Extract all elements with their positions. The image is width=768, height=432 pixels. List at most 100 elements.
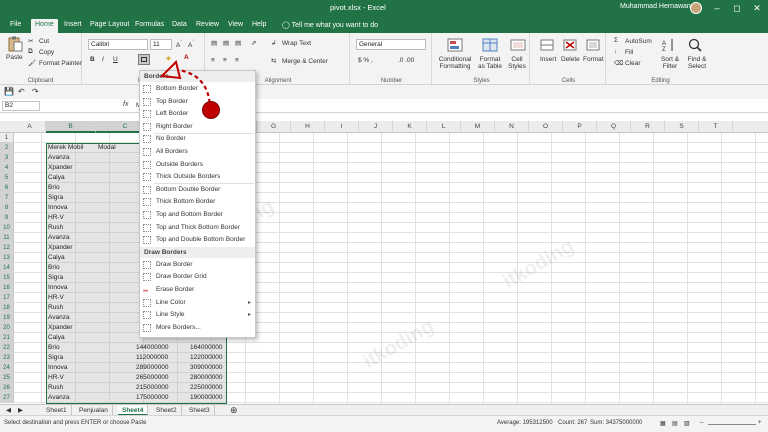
cell-c24[interactable]: 289000000 (136, 363, 180, 373)
cell-b24[interactable]: Innova (48, 363, 94, 373)
cell-c2[interactable]: Modal (98, 143, 138, 153)
tab-help[interactable]: Help (248, 19, 270, 30)
column-header-b[interactable]: B (46, 121, 96, 133)
cell-d26[interactable]: 225000000 (190, 383, 234, 393)
tab-view[interactable]: View (224, 19, 247, 30)
redo-icon[interactable]: ↷ (32, 87, 39, 96)
column-header-s[interactable]: S (665, 121, 699, 133)
row-header-18[interactable]: 18 (0, 303, 14, 313)
fill-button[interactable]: ↓ Fill (614, 48, 633, 57)
row-header-9[interactable]: 9 (0, 213, 14, 223)
column-header-r[interactable]: R (631, 121, 665, 133)
tab-insert[interactable]: Insert (60, 19, 86, 30)
row-header-22[interactable]: 22 (0, 343, 14, 353)
cell-b14[interactable]: Brio (48, 263, 94, 273)
cell-b26[interactable]: Rush (48, 383, 94, 393)
row-header-27[interactable]: 27 (0, 393, 14, 403)
cell-b19[interactable]: Avanza (48, 313, 94, 323)
user-name[interactable]: Muhammad Hernawan (620, 3, 691, 10)
cell-d24[interactable]: 309000000 (190, 363, 234, 373)
maximize-icon[interactable]: ◻ (726, 0, 748, 17)
currency-icon[interactable]: $ % , (358, 57, 373, 64)
copy-button[interactable]: ⧉ Copy (28, 48, 54, 57)
tab-home[interactable]: Home (31, 19, 58, 33)
tell-me-search[interactable]: ◯ Tell me what you want to do (282, 21, 378, 29)
normal-view-icon[interactable]: ▦ (660, 420, 666, 427)
column-header-p[interactable]: P (563, 121, 597, 133)
column-header-l[interactable]: L (427, 121, 461, 133)
row-header-3[interactable]: 3 (0, 153, 14, 163)
save-icon[interactable]: 💾 (4, 87, 14, 96)
cell-b16[interactable]: Innova (48, 283, 94, 293)
row-header-26[interactable]: 26 (0, 383, 14, 393)
row-header-2[interactable]: 2 (0, 143, 14, 153)
delete-cells-icon[interactable] (561, 37, 579, 53)
zoom-slider[interactable] (708, 424, 756, 425)
cell-c22[interactable]: 144000000 (136, 343, 180, 353)
menu-item-line-style[interactable]: Line Style ▸ (140, 309, 255, 321)
cell-b12[interactable]: Xpander (48, 243, 94, 253)
next-sheet-icon[interactable]: ▶ (18, 406, 23, 414)
column-header-t[interactable]: T (699, 121, 733, 133)
avatar[interactable] (690, 2, 702, 14)
tab-formulas[interactable]: Formulas (131, 19, 168, 30)
format-button[interactable]: Format (583, 56, 604, 63)
underline-button[interactable]: U (113, 56, 118, 63)
menu-item-thick-outside-borders[interactable]: Thick Outside Borders (140, 171, 255, 183)
sort-filter-button[interactable]: Sort & Filter (658, 56, 682, 70)
row-header-12[interactable]: 12 (0, 243, 14, 253)
cell-d23[interactable]: 122000000 (190, 353, 234, 363)
column-header-q[interactable]: Q (597, 121, 631, 133)
cell-c26[interactable]: 215000000 (136, 383, 180, 393)
cell-b15[interactable]: Sigra (48, 273, 94, 283)
paste-icon[interactable] (6, 36, 24, 52)
row-header-11[interactable]: 11 (0, 233, 14, 243)
tab-data[interactable]: Data (168, 19, 191, 30)
cell-c25[interactable]: 265000000 (136, 373, 180, 383)
menu-item-draw-border[interactable]: Draw Border (140, 259, 255, 271)
row-header-19[interactable]: 19 (0, 313, 14, 323)
row-header-8[interactable]: 8 (0, 203, 14, 213)
row-header-14[interactable]: 14 (0, 263, 14, 273)
format-painter-button[interactable]: 🖌 Format Painter (28, 59, 82, 68)
cell-b11[interactable]: Avanza (48, 233, 94, 243)
column-header-o[interactable]: O (529, 121, 563, 133)
cell-styles-icon[interactable] (509, 37, 527, 53)
cell-d22[interactable]: 164000000 (190, 343, 234, 353)
row-header-16[interactable]: 16 (0, 283, 14, 293)
row-header-20[interactable]: 20 (0, 323, 14, 333)
conditional-formatting-button[interactable]: Conditional Formatting (437, 56, 473, 70)
find-select-button[interactable]: Find & Select (684, 56, 710, 70)
cell-b4[interactable]: Xpander (48, 163, 94, 173)
name-box[interactable]: B2 (2, 101, 40, 111)
row-header-13[interactable]: 13 (0, 253, 14, 263)
sort-filter-icon[interactable]: AZ (660, 37, 678, 53)
menu-item-top-and-thick-bottom-border[interactable]: Top and Thick Bottom Border (140, 222, 255, 234)
cell-b6[interactable]: Brio (48, 183, 94, 193)
format-table-icon[interactable] (481, 37, 499, 53)
cell-d25[interactable]: 280000000 (190, 373, 234, 383)
cell-b25[interactable]: HR-V (48, 373, 94, 383)
menu-item-draw-border-grid[interactable]: Draw Border Grid (140, 271, 255, 283)
conditional-formatting-icon[interactable] (446, 37, 464, 53)
format-table-button[interactable]: Format as Table (476, 56, 504, 70)
orientation-icon[interactable]: ⇗ (251, 39, 256, 47)
find-select-icon[interactable] (686, 37, 704, 53)
cell-b2[interactable]: Merek Mobil (48, 143, 94, 153)
clear-button[interactable]: ⌫ Clear (614, 59, 641, 68)
cell-b7[interactable]: Sigra (48, 193, 94, 203)
column-header-j[interactable]: J (359, 121, 393, 133)
column-header-k[interactable]: K (393, 121, 427, 133)
cell-b27[interactable]: Avanza (48, 393, 94, 403)
page-layout-view-icon[interactable]: ▤ (672, 420, 678, 427)
menu-item-erase-border[interactable]: ✂ Erase Border (140, 284, 255, 296)
column-header-i[interactable]: I (325, 121, 359, 133)
prev-sheet-icon[interactable]: ◀ (6, 406, 11, 414)
cell-b10[interactable]: Rush (48, 223, 94, 233)
fx-icon[interactable]: fx (123, 101, 128, 108)
cell-b8[interactable]: Innova (48, 203, 94, 213)
close-icon[interactable]: ✕ (746, 0, 768, 17)
insert-cells-icon[interactable] (538, 37, 556, 53)
italic-button[interactable]: I (102, 56, 104, 63)
minimize-icon[interactable]: – (706, 0, 728, 17)
